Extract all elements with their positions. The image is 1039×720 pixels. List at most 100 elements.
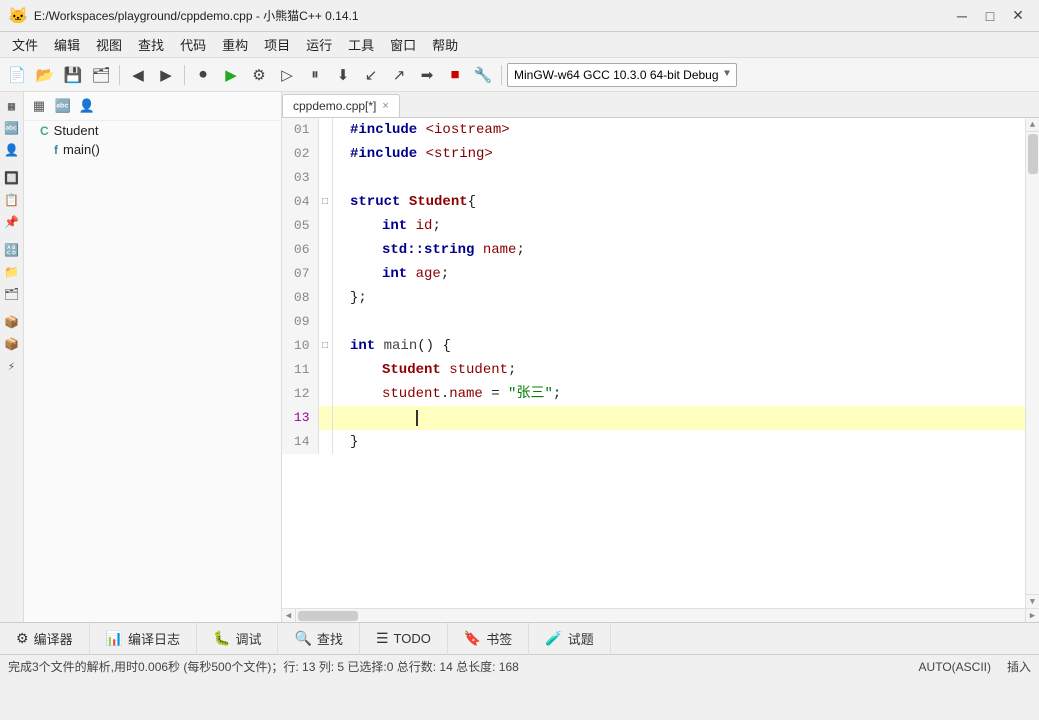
sidebar-icon-2[interactable]: 🔤 xyxy=(2,118,22,138)
hscroll-track[interactable] xyxy=(296,609,1025,623)
line-number: 05 xyxy=(282,214,318,238)
step-button[interactable]: ⬇ xyxy=(330,62,356,88)
extra-button[interactable]: 🔧 xyxy=(470,62,496,88)
tree-btn-2[interactable]: 🔤 xyxy=(52,95,74,117)
open-button[interactable]: 📂 xyxy=(32,62,58,88)
code-line[interactable]: Student student; xyxy=(346,358,1025,382)
code-line[interactable]: student.name = "张三"; xyxy=(346,382,1025,406)
menu-run[interactable]: 运行 xyxy=(298,33,340,56)
menu-window[interactable]: 窗口 xyxy=(382,33,424,56)
close-button[interactable]: ✕ xyxy=(1005,6,1031,26)
menu-help[interactable]: 帮助 xyxy=(424,33,466,56)
code-line[interactable]: } xyxy=(346,430,1025,454)
debug-icon: 🐛 xyxy=(213,630,230,647)
bottom-tab-bookmark[interactable]: 🔖 书签 xyxy=(448,623,529,655)
code-line[interactable]: int age; xyxy=(346,262,1025,286)
stop-button[interactable]: ■ xyxy=(442,62,468,88)
hscroll-left-button[interactable]: ◀ xyxy=(282,609,296,623)
tab-label: cppdemo.cpp[*] xyxy=(293,99,376,113)
code-line[interactable]: #include <iostream> xyxy=(346,118,1025,142)
menu-find[interactable]: 查找 xyxy=(130,33,172,56)
scrollbar-down-button[interactable]: ▼ xyxy=(1026,594,1039,608)
tree-item-main[interactable]: f main() xyxy=(24,140,281,159)
code-editor[interactable]: 01#include <iostream>02#include <string>… xyxy=(282,118,1025,608)
indent-indicator xyxy=(332,406,346,430)
pause-button[interactable]: ⏸ xyxy=(302,62,328,88)
code-line[interactable]: std::string name; xyxy=(346,238,1025,262)
compile-run-button[interactable]: ▶ xyxy=(218,62,244,88)
save-button[interactable]: 💾 xyxy=(60,62,86,88)
forward-button[interactable]: ▶ xyxy=(153,62,179,88)
record-button[interactable]: ⏺ xyxy=(190,62,216,88)
editor-tab-cppdemo[interactable]: cppdemo.cpp[*] × xyxy=(282,94,400,117)
fold-button[interactable]: □ xyxy=(318,334,332,358)
run-to-cursor-button[interactable]: ➡ xyxy=(414,62,440,88)
sidebar-icon-11[interactable]: 📦 xyxy=(2,334,22,354)
sidebar-icon-12[interactable]: ⚡ xyxy=(2,356,22,376)
line-number: 13 xyxy=(282,406,318,430)
bottom-tab-problem[interactable]: 🧪 试题 xyxy=(529,623,610,655)
horizontal-scrollbar[interactable]: ◀ ▶ xyxy=(282,608,1039,622)
menu-tools[interactable]: 工具 xyxy=(340,33,382,56)
tree-item-label: main() xyxy=(63,142,100,157)
menu-view[interactable]: 视图 xyxy=(88,33,130,56)
tree-btn-1[interactable]: ▦ xyxy=(28,95,50,117)
scrollbar-up-button[interactable]: ▲ xyxy=(1026,118,1039,132)
hscroll-right-button[interactable]: ▶ xyxy=(1025,609,1039,623)
menu-edit[interactable]: 编辑 xyxy=(46,33,88,56)
menu-project[interactable]: 项目 xyxy=(256,33,298,56)
bottom-tab-compiler[interactable]: ⚙ 编译器 xyxy=(0,623,90,655)
sidebar-icon-4[interactable]: 🔲 xyxy=(2,168,22,188)
sidebar-icon-9[interactable]: 🗂 xyxy=(2,284,22,304)
compile-button[interactable]: ⚙ xyxy=(246,62,272,88)
code-line[interactable]: int main() { xyxy=(346,334,1025,358)
tree-btn-3[interactable]: 👤 xyxy=(76,95,98,117)
build-config-label: MinGW-w64 GCC 10.3.0 64-bit Debug xyxy=(514,68,719,82)
tree-item-label: Student xyxy=(54,123,99,138)
maximize-button[interactable]: □ xyxy=(977,6,1003,26)
code-line[interactable] xyxy=(346,310,1025,334)
fold-button xyxy=(318,142,332,166)
line-number: 11 xyxy=(282,358,318,382)
hscroll-thumb[interactable] xyxy=(298,611,358,621)
fold-button[interactable]: □ xyxy=(318,190,332,214)
code-line[interactable]: struct Student{ xyxy=(346,190,1025,214)
save-all-button[interactable]: 🗂 xyxy=(88,62,114,88)
vertical-scrollbar[interactable]: ▲ ▼ xyxy=(1025,118,1039,608)
tab-bar: cppdemo.cpp[*] × xyxy=(282,92,1039,118)
code-line[interactable]: int id; xyxy=(346,214,1025,238)
toolbar-sep1 xyxy=(119,65,120,85)
bottom-tab-build-log[interactable]: 📊 编译日志 xyxy=(90,623,197,655)
fold-button xyxy=(318,430,332,454)
scrollbar-thumb[interactable] xyxy=(1028,134,1038,174)
tree-item-student[interactable]: C Student xyxy=(24,121,281,140)
code-line[interactable] xyxy=(346,166,1025,190)
menu-file[interactable]: 文件 xyxy=(4,33,46,56)
code-line[interactable]: #include <string> xyxy=(346,142,1025,166)
sidebar-icon-7[interactable]: 🔠 xyxy=(2,240,22,260)
sidebar-icon-6[interactable]: 📌 xyxy=(2,212,22,232)
sidebar-icon-8[interactable]: 📁 xyxy=(2,262,22,282)
menu-refactor[interactable]: 重构 xyxy=(214,33,256,56)
step-out-button[interactable]: ↗ xyxy=(386,62,412,88)
back-button[interactable]: ◀ xyxy=(125,62,151,88)
sidebar-icon-3[interactable]: 👤 xyxy=(2,140,22,160)
bottom-tab-debug[interactable]: 🐛 调试 xyxy=(197,623,278,655)
sidebar-icon-5[interactable]: 📋 xyxy=(2,190,22,210)
tab-close-button[interactable]: × xyxy=(382,100,388,112)
indent-indicator xyxy=(332,142,346,166)
bottom-tab-find[interactable]: 🔍 查找 xyxy=(278,623,359,655)
new-file-button[interactable]: 📄 xyxy=(4,62,30,88)
code-line[interactable]: }; xyxy=(346,286,1025,310)
sidebar-icon-1[interactable]: ▦ xyxy=(2,96,22,116)
sidebar-icon-10[interactable]: 📦 xyxy=(2,312,22,332)
code-line[interactable] xyxy=(346,406,1025,430)
menu-code[interactable]: 代码 xyxy=(172,33,214,56)
minimize-button[interactable]: ─ xyxy=(949,6,975,26)
indent-indicator xyxy=(332,238,346,262)
step-into-button[interactable]: ↙ xyxy=(358,62,384,88)
bottom-tab-todo[interactable]: ☰ TODO xyxy=(360,623,448,655)
line-number: 02 xyxy=(282,142,318,166)
run-button[interactable]: ▷ xyxy=(274,62,300,88)
build-config-combo[interactable]: MinGW-w64 GCC 10.3.0 64-bit Debug ▼ xyxy=(507,63,737,87)
